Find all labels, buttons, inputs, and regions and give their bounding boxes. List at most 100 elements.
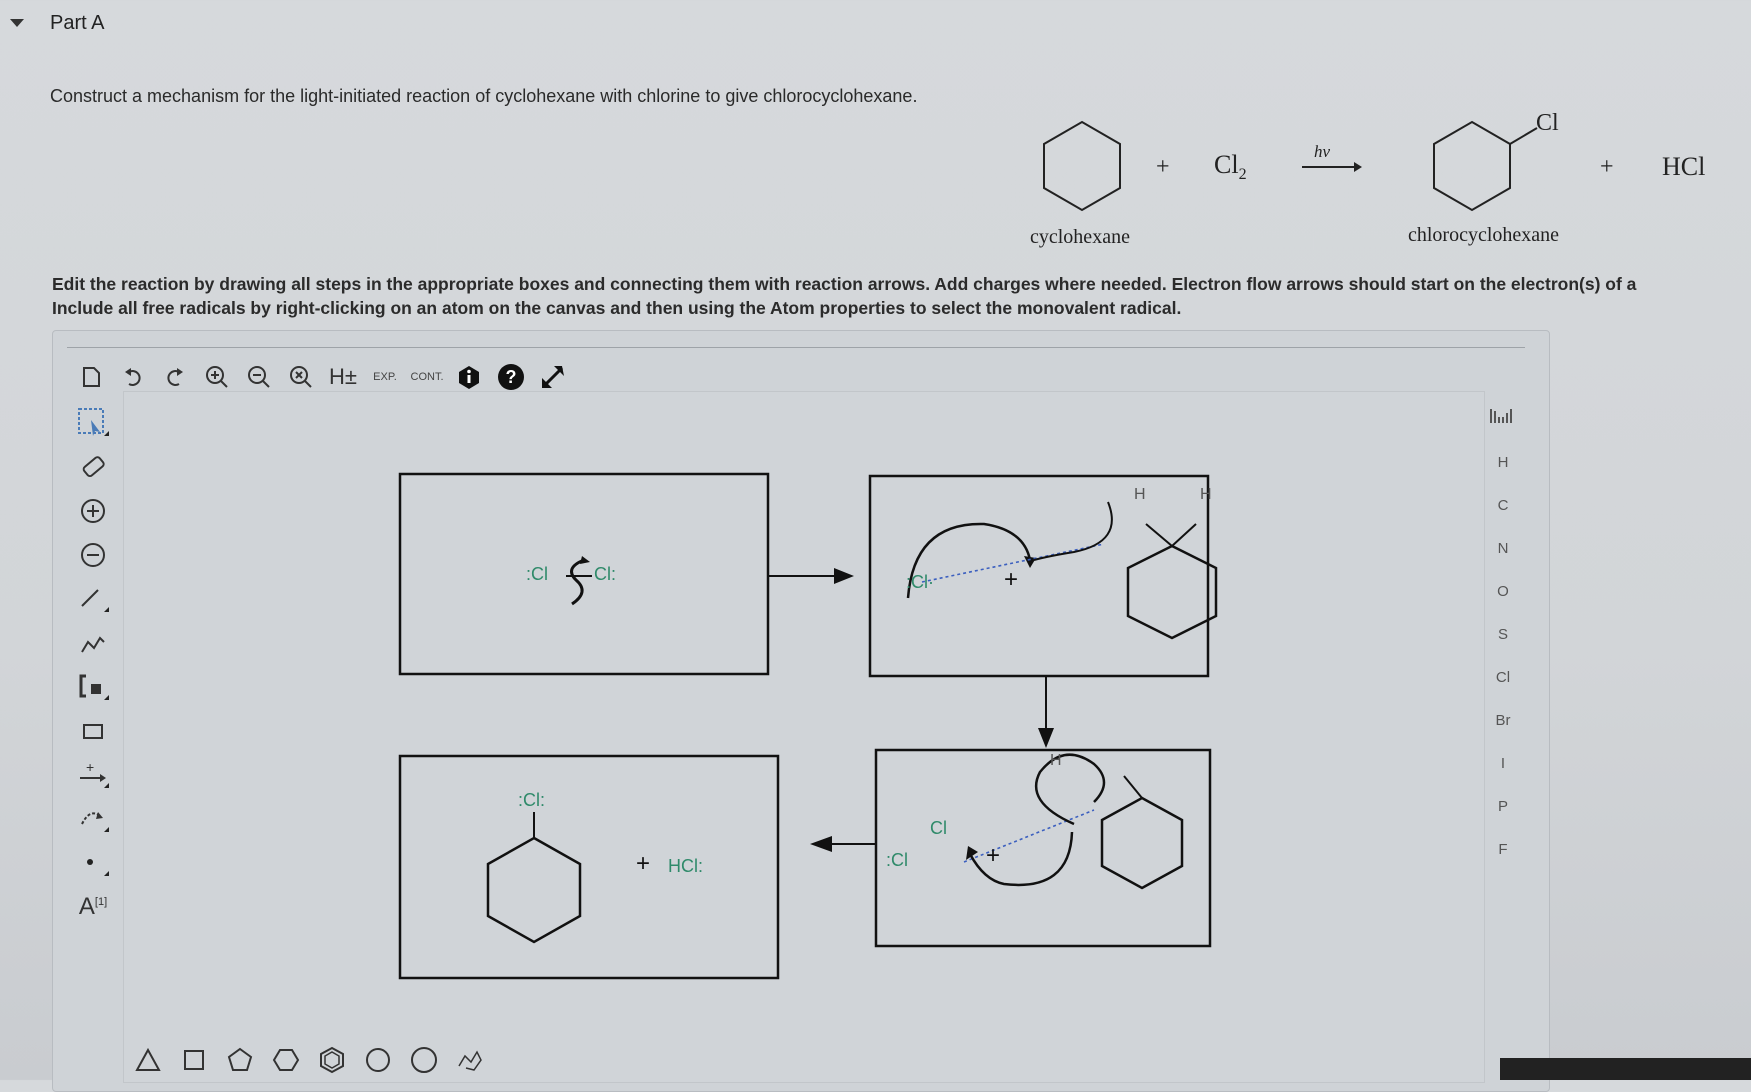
ring-templates — [129, 1041, 489, 1079]
reaction-scheme: + Cl2 hv Cl + HCl cyclohexane chlorocycl… — [1030, 108, 1750, 258]
mechanism-box-1 — [398, 472, 770, 676]
element-i[interactable]: I — [1478, 742, 1528, 785]
zoom-reset-icon — [290, 366, 312, 388]
eraser-tool[interactable] — [73, 447, 113, 487]
question-prompt: Construct a mechanism for the light-init… — [50, 86, 918, 106]
new-document-button[interactable] — [73, 359, 109, 395]
selection-arrow-icon — [78, 408, 109, 436]
expand-button[interactable]: EXP. — [367, 359, 403, 395]
heptagon-icon — [366, 1048, 390, 1072]
cyclooctane-template[interactable] — [405, 1041, 443, 1079]
box1-cl-right: Cl: — [594, 564, 616, 584]
atom-label: A[1] — [79, 893, 107, 921]
info-icon — [459, 366, 479, 389]
cycloheptane-template[interactable] — [359, 1041, 397, 1079]
square-icon — [184, 1050, 204, 1070]
bond-tool[interactable] — [73, 579, 113, 619]
part-header[interactable]: Part A — [10, 8, 104, 38]
redo-button[interactable] — [157, 359, 193, 395]
element-s[interactable]: S — [1478, 613, 1528, 656]
box3-h: H — [1050, 752, 1062, 769]
part-title: Part A — [50, 11, 105, 34]
benzene-template[interactable] — [313, 1041, 351, 1079]
box2-cl-radical: :Cl· — [906, 572, 934, 592]
toggle-hydrogens-button[interactable]: H± — [325, 359, 361, 395]
box1-cl-left: :Cl — [526, 564, 548, 584]
periodic-table-icon[interactable] — [1478, 401, 1528, 441]
element-p[interactable]: P — [1478, 785, 1528, 828]
box2-h1: H — [1134, 486, 1146, 503]
h-transfer-arrow — [1033, 501, 1113, 561]
hexagon-icon — [272, 1049, 300, 1071]
radical-tool[interactable] — [73, 843, 113, 883]
reaction-arrowhead-3-4 — [810, 836, 832, 852]
element-n[interactable]: N — [1478, 527, 1528, 570]
radical-dot-icon — [87, 859, 109, 876]
expand-arrows-icon — [542, 366, 564, 388]
reaction-arrowhead — [1354, 162, 1362, 172]
fullscreen-button[interactable] — [535, 359, 571, 395]
cyclobutane-template[interactable] — [175, 1041, 213, 1079]
contract-button[interactable]: CONT. — [409, 359, 445, 395]
drawing-editor: H± EXP. CONT. ? + A[1]:Cl Cl::Cl· + H … — [52, 330, 1550, 1092]
collapse-caret-icon[interactable] — [10, 19, 24, 27]
instructions: Edit the reaction by drawing all steps i… — [52, 272, 1636, 320]
cyclopropane-template[interactable] — [129, 1041, 167, 1079]
help-button[interactable]: ? — [493, 359, 529, 395]
reactant-name: cyclohexane — [1030, 226, 1130, 248]
zoom-reset-button[interactable] — [283, 359, 319, 395]
single-bond-icon — [81, 589, 109, 612]
chlorocyclohexane-ring-box4 — [486, 836, 582, 944]
bracket-template-icon — [79, 674, 109, 700]
atom-tool[interactable]: A[1] — [73, 887, 113, 927]
element-cl[interactable]: Cl — [1478, 656, 1528, 699]
chain-tool[interactable] — [73, 623, 113, 663]
svg-text:?: ? — [506, 367, 517, 387]
chair-template[interactable] — [451, 1041, 489, 1079]
undo-button[interactable] — [115, 359, 151, 395]
drawing-canvas[interactable]: :Cl Cl: :Cl· + H H :Cl Cl + H :Cl: + HCl… — [123, 391, 1485, 1083]
element-c[interactable]: C — [1478, 484, 1528, 527]
periodic-table-glyph — [1490, 409, 1512, 423]
element-f[interactable]: F — [1478, 828, 1528, 871]
cyclopentane-template[interactable] — [221, 1041, 259, 1079]
radical-arrow-3a — [1034, 753, 1106, 826]
triangle-icon — [135, 1047, 161, 1071]
element-o[interactable]: O — [1478, 570, 1528, 613]
cyclohexane-template[interactable] — [267, 1041, 305, 1079]
reagent-cl2: Cl2 — [1214, 150, 1247, 184]
redo-icon — [167, 368, 183, 386]
c-h-bond-1 — [1145, 523, 1173, 547]
select-tool[interactable] — [73, 403, 113, 443]
zoom-out-button[interactable] — [241, 359, 277, 395]
reaction-arrow-icon: + — [80, 759, 109, 788]
c-h-bond-2 — [1171, 523, 1197, 547]
element-h[interactable]: H — [1478, 441, 1528, 484]
negative-charge-tool[interactable] — [73, 535, 113, 575]
reagent-subscript: 2 — [1238, 166, 1247, 184]
template-tool[interactable] — [73, 667, 113, 707]
svg-text:+: + — [86, 759, 94, 775]
cyclohexane-ring — [1043, 120, 1121, 212]
help-icon: ? — [498, 364, 524, 390]
zoom-in-icon — [206, 366, 228, 388]
reaction-arrowhead-1-2 — [834, 568, 854, 584]
info-button[interactable] — [451, 359, 487, 395]
reaction-arrowhead-2-3 — [1038, 728, 1054, 748]
box4-hcl: HCl: — [668, 856, 703, 876]
box3-cl-left: :Cl — [886, 850, 908, 870]
box3-plus: + — [986, 842, 1001, 869]
condition-hv: hv — [1314, 142, 1331, 161]
bottom-edge-bar — [1500, 1058, 1751, 1080]
positive-charge-tool[interactable] — [73, 491, 113, 531]
zoom-in-button[interactable] — [199, 359, 235, 395]
forming-bond-3 — [963, 809, 1095, 863]
c-cl-bond — [1509, 127, 1538, 145]
reaction-arrow-tool[interactable]: + — [73, 755, 113, 795]
box2-h2: H — [1200, 486, 1212, 503]
electron-flow-tool[interactable] — [73, 799, 113, 839]
box-tool[interactable] — [73, 711, 113, 751]
curved-arrow-icon — [81, 812, 109, 832]
zoom-out-icon — [248, 366, 270, 388]
element-br[interactable]: Br — [1478, 699, 1528, 742]
